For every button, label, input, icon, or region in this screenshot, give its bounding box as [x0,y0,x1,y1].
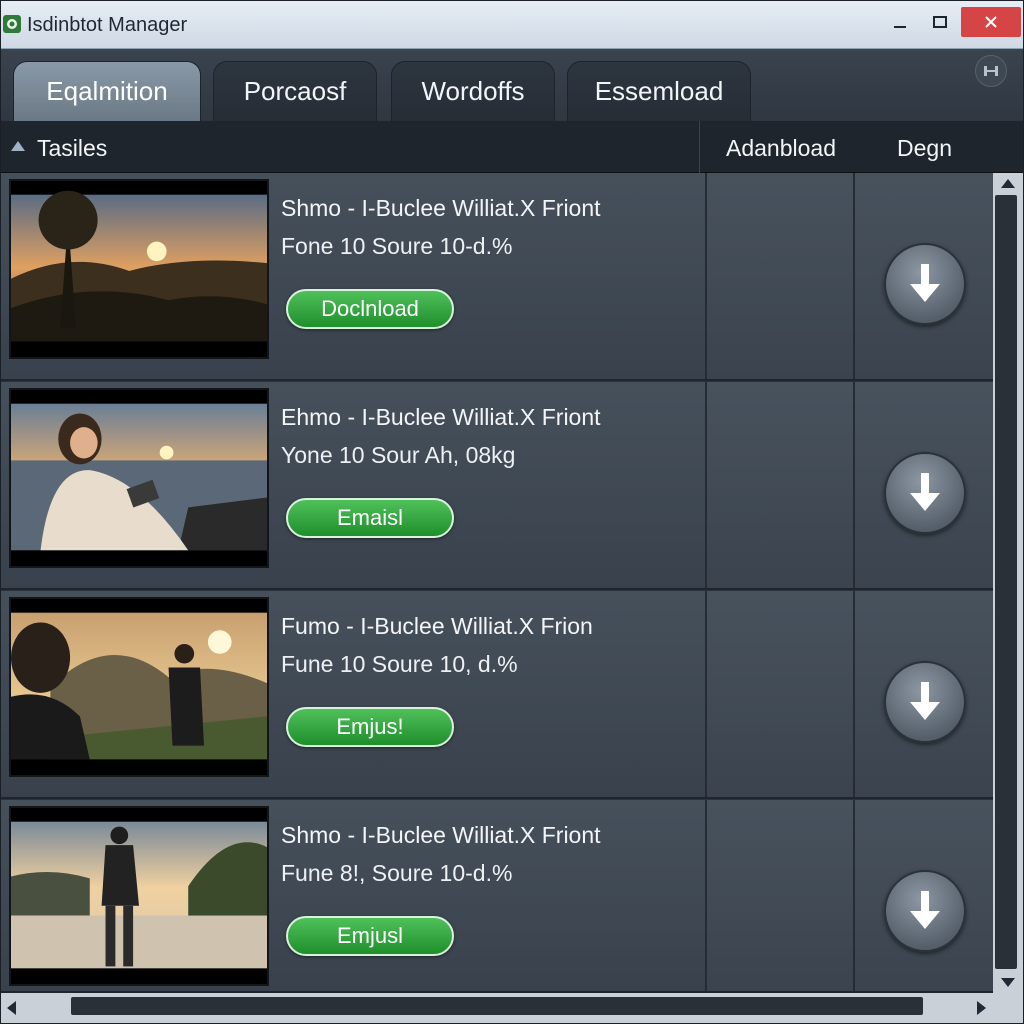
email-button[interactable]: Emaisl [286,498,454,538]
scroll-left-icon[interactable] [7,1001,16,1015]
horizontal-scroll-thumb[interactable] [71,997,923,1015]
sunset-landscape-image [11,181,267,357]
download-arrow-button[interactable] [884,870,966,952]
close-button[interactable] [961,7,1021,37]
adanbload-cell [705,173,853,379]
close-icon [985,16,997,28]
tab-wordoffs[interactable]: Wordoffs [391,61,555,121]
column-divider [699,121,700,173]
download-arrow-icon [910,891,940,929]
degn-cell [853,382,993,588]
column-titles[interactable]: Tasiles [37,135,107,162]
two-people-mountains-image [11,599,267,775]
degn-cell [853,591,993,797]
download-list: Shmo - I-Buclee Williat.X Friont Fone 10… [1,173,993,993]
maximize-icon [933,16,947,28]
scroll-right-icon[interactable] [977,1001,986,1015]
action-button[interactable]: Emjus! [286,707,454,747]
tab-eqalmition[interactable]: Eqalmition [13,61,201,121]
item-title: Shmo - I-Buclee Williat.X Friont [281,822,601,848]
man-beach-sunset-image [11,808,267,984]
adanbload-cell [705,591,853,797]
download-arrow-icon [910,682,940,720]
maximize-button[interactable] [915,7,965,37]
download-arrow-icon [910,473,940,511]
download-arrow-icon [910,264,940,302]
tab-essemload[interactable]: Essemload [567,61,751,121]
horizontal-scrollbar[interactable] [1,993,1023,1023]
item-subtitle: Fone 10 Soure 10-d.% [281,233,513,259]
item-title: Ehmo - I-Buclee Williat.X Friont [281,404,601,430]
adanbload-cell [705,800,853,991]
action-button[interactable]: Emjusl [286,916,454,956]
options-icon [984,66,998,76]
title-bar: Isdinbtot Manager [1,1,1023,49]
item-subtitle: Fune 10 Soure 10, d.% [281,651,518,677]
list-item[interactable]: Shmo - I-Buclee Williat.X Friont Fune 8!… [1,800,993,993]
app-window: Isdinbtot Manager Eqalmition Porcaosf Wo… [0,0,1024,1024]
degn-cell [853,800,993,991]
video-thumbnail[interactable] [9,806,269,986]
list-item[interactable]: Ehmo - I-Buclee Williat.X Friont Yone 10… [1,382,993,590]
scroll-up-icon[interactable] [1001,179,1015,188]
woman-laptop-beach-image [11,390,267,566]
item-subtitle: Fune 8!, Soure 10-d.% [281,860,513,886]
scroll-down-icon[interactable] [1001,978,1015,987]
degn-cell [853,173,993,379]
minimize-icon [894,26,906,28]
download-arrow-button[interactable] [884,452,966,534]
video-thumbnail[interactable] [9,179,269,359]
item-title: Shmo - I-Buclee Williat.X Friont [281,195,601,221]
video-thumbnail[interactable] [9,597,269,777]
tab-strip: Eqalmition Porcaosf Wordoffs Essemload [1,49,1023,121]
download-arrow-button[interactable] [884,243,966,325]
download-button[interactable]: Doclnload [286,289,454,329]
video-thumbnail[interactable] [9,388,269,568]
column-header: Tasiles Adanbload Degn [1,121,1023,173]
list-item[interactable]: Shmo - I-Buclee Williat.X Friont Fone 10… [1,173,993,381]
adanbload-cell [705,382,853,588]
item-subtitle: Yone 10 Sour Ah, 08kg [281,442,516,468]
window-title: Isdinbtot Manager [27,14,188,36]
app-logo-icon [3,15,21,33]
list-item[interactable]: Fumo - I-Buclee Williat.X Frion Fune 10 … [1,591,993,799]
column-adanbload[interactable]: Adanbload [726,135,836,162]
tab-porcaosf[interactable]: Porcaosf [213,61,377,121]
column-degn[interactable]: Degn [897,135,952,162]
vertical-scroll-thumb[interactable] [995,195,1017,969]
item-title: Fumo - I-Buclee Williat.X Frion [281,613,593,639]
download-arrow-button[interactable] [884,661,966,743]
options-button[interactable] [975,55,1007,87]
sort-ascending-icon[interactable] [11,141,25,151]
vertical-scrollbar[interactable] [993,173,1023,993]
